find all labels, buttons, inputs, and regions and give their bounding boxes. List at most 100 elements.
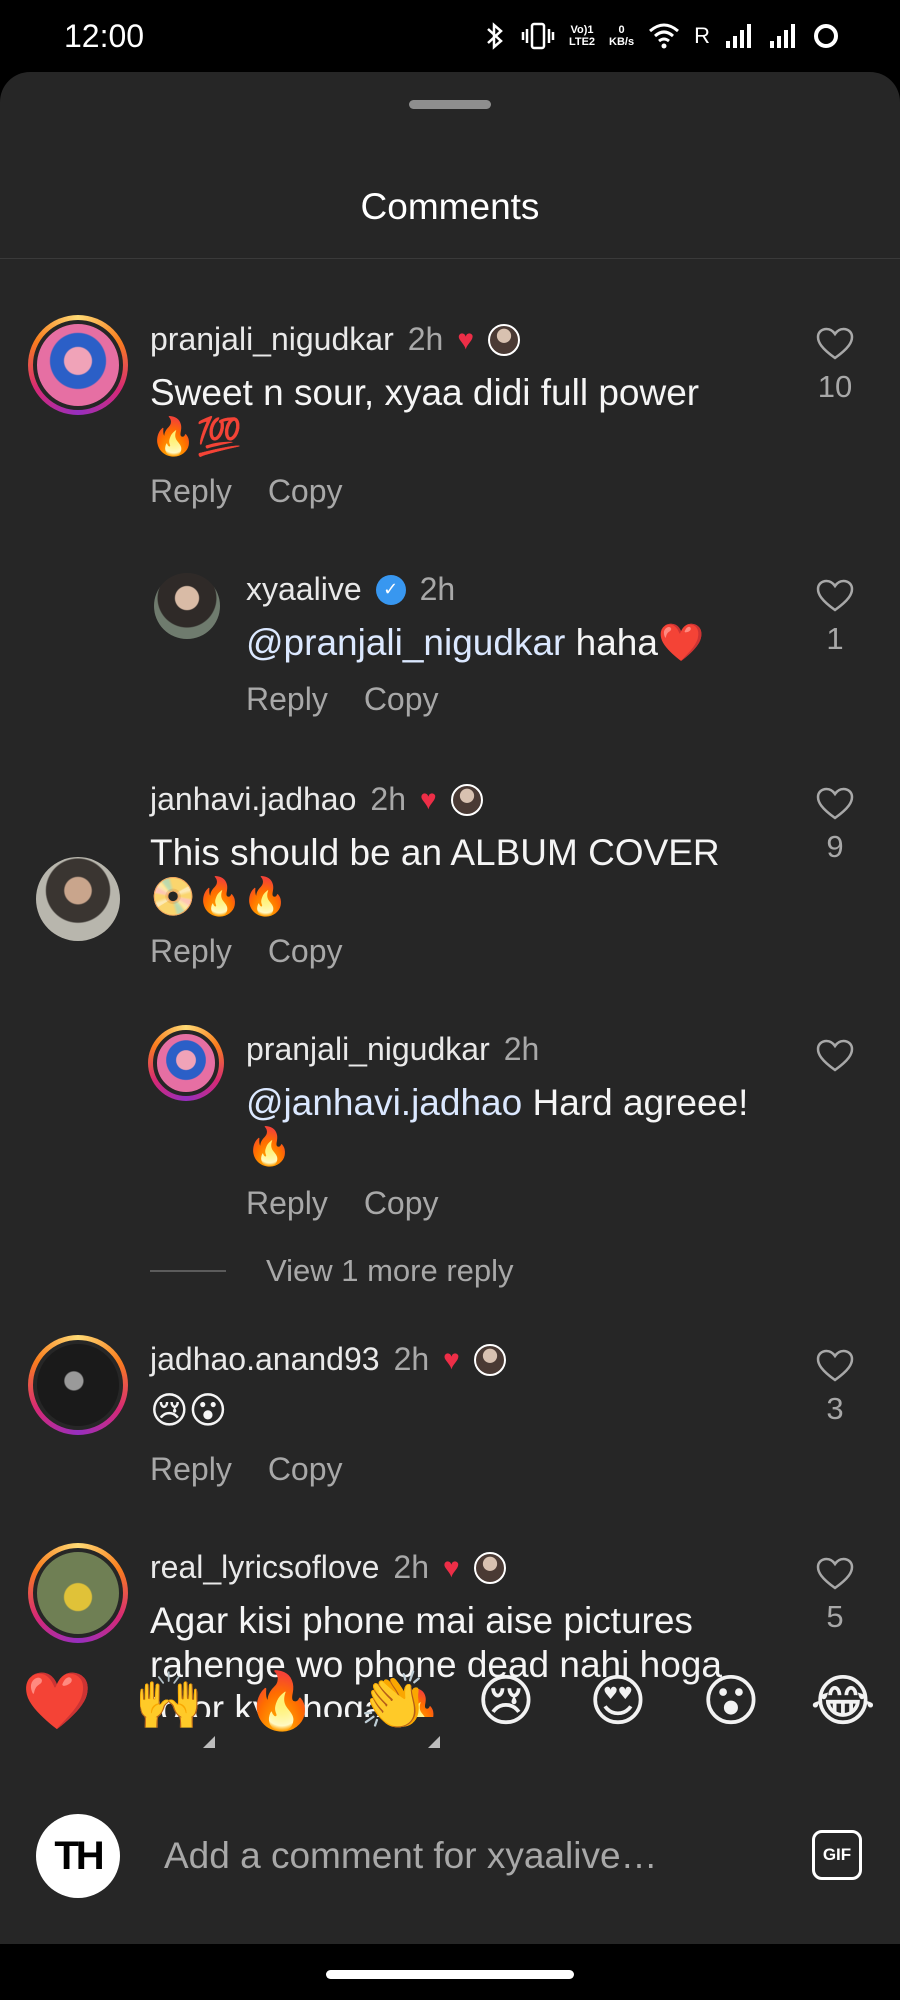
comment-username[interactable]: janhavi.jadhao bbox=[150, 781, 356, 818]
comment-time: 2h bbox=[393, 1549, 430, 1585]
avatar[interactable] bbox=[28, 1335, 128, 1435]
view-more-replies-label: View 1 more reply bbox=[266, 1253, 514, 1288]
emoji-surprised-button[interactable]: 😮 bbox=[691, 1662, 771, 1742]
creator-avatar bbox=[473, 1343, 506, 1376]
like-count: 9 bbox=[826, 829, 844, 864]
like-button[interactable]: 3 bbox=[800, 1349, 870, 1427]
comment-text-line: Agar kisi phone mai aise pictures bbox=[150, 1600, 693, 1641]
home-gesture-bar[interactable] bbox=[326, 1970, 574, 1979]
comment-text: @pranjali_nigudkar haha❤️ bbox=[246, 621, 866, 665]
comment-input[interactable] bbox=[164, 1828, 724, 1884]
comment-text-line: This should be an ALBUM COVER bbox=[150, 832, 720, 873]
avatar[interactable] bbox=[36, 857, 120, 941]
comment-composer: TH GIF bbox=[0, 1790, 900, 1920]
skin-tone-indicator bbox=[203, 1736, 215, 1748]
comment-text-line: 📀🔥🔥 bbox=[150, 876, 289, 917]
avatar[interactable] bbox=[148, 1025, 224, 1101]
like-button[interactable] bbox=[800, 1039, 870, 1073]
like-button[interactable]: 10 bbox=[800, 327, 870, 405]
copy-button[interactable]: Copy bbox=[364, 1185, 439, 1222]
like-count: 3 bbox=[826, 1391, 844, 1426]
comment-time: 2h bbox=[503, 1031, 540, 1067]
like-count: 1 bbox=[826, 621, 844, 656]
avatar[interactable] bbox=[154, 573, 220, 639]
heart-outline-icon bbox=[816, 579, 854, 612]
vibrate-icon bbox=[521, 22, 555, 50]
like-button[interactable]: 1 bbox=[800, 579, 870, 657]
comment-time: 2h bbox=[419, 571, 456, 607]
emoji-raised-hands-button[interactable]: 🙌 bbox=[129, 1662, 215, 1748]
emoji-glyph: 🙌 bbox=[134, 1669, 204, 1734]
gif-button[interactable]: GIF bbox=[812, 1830, 862, 1880]
creator-avatar bbox=[473, 1551, 506, 1584]
comment-text-line: 😢😮 bbox=[150, 1390, 228, 1431]
emoji-laughing-button[interactable]: 😂 bbox=[803, 1662, 883, 1742]
copy-button[interactable]: Copy bbox=[268, 1451, 343, 1488]
creator-liked-heart-icon: ♥ bbox=[443, 1343, 460, 1375]
heart-outline-icon bbox=[816, 1557, 854, 1590]
emoji-fire-button[interactable]: 🔥 bbox=[241, 1662, 321, 1742]
reply-button[interactable]: Reply bbox=[150, 473, 232, 510]
heart-outline-icon bbox=[816, 1039, 854, 1072]
emoji-clapping-button[interactable]: 👏 bbox=[354, 1662, 440, 1748]
emoji-glyph: 👏 bbox=[359, 1669, 429, 1734]
status-bar: 12:00 Vo)1 LTE2 0 KB/s R bbox=[0, 0, 900, 72]
emoji-reaction-bar: ❤️ 🙌 🔥 👏 😢 😍 😮 😂 bbox=[0, 1662, 900, 1772]
divider bbox=[150, 1270, 226, 1272]
comment-text-line: 🔥💯 bbox=[150, 416, 243, 457]
comment-text: This should be an ALBUM COVER 📀🔥🔥 bbox=[150, 831, 770, 919]
mention-link[interactable]: @janhavi.jadhao bbox=[246, 1082, 522, 1123]
comment-username[interactable]: xyaalive bbox=[246, 571, 362, 608]
comment-username[interactable]: pranjali_nigudkar bbox=[150, 321, 394, 358]
verified-badge-icon: ✓ bbox=[375, 574, 406, 605]
emoji-heart-eyes-button[interactable]: 😍 bbox=[578, 1662, 658, 1742]
comment-username[interactable]: jadhao.anand93 bbox=[150, 1341, 380, 1378]
comment-username[interactable]: pranjali_nigudkar bbox=[246, 1031, 490, 1068]
heart-outline-icon bbox=[816, 787, 854, 820]
creator-liked-heart-icon: ♥ bbox=[457, 323, 474, 355]
reply-button[interactable]: Reply bbox=[246, 1185, 328, 1222]
comments-list[interactable]: pranjali_nigudkar 2h ♥ Sweet n sour, xya… bbox=[0, 259, 900, 1717]
comment-text: Sweet n sour, xyaa didi full power 🔥💯 bbox=[150, 371, 770, 459]
comment-time: 2h bbox=[370, 781, 406, 817]
emoji-heart-button[interactable]: ❤️ bbox=[17, 1662, 97, 1742]
system-nav-bar bbox=[0, 1944, 900, 2000]
heart-outline-icon bbox=[816, 1349, 854, 1382]
avatar[interactable] bbox=[28, 315, 128, 415]
avatar[interactable] bbox=[28, 1543, 128, 1643]
view-more-replies-button[interactable]: View 1 more reply bbox=[150, 1253, 514, 1289]
my-avatar[interactable]: TH bbox=[36, 1814, 120, 1898]
like-count: 10 bbox=[817, 369, 853, 404]
creator-avatar bbox=[487, 323, 520, 356]
comment-time: 2h bbox=[393, 1341, 430, 1377]
copy-button[interactable]: Copy bbox=[268, 473, 343, 510]
heart-outline-icon bbox=[816, 327, 854, 360]
emoji-crying-button[interactable]: 😢 bbox=[466, 1662, 546, 1742]
sheet-drag-handle[interactable] bbox=[409, 100, 491, 109]
bluetooth-icon bbox=[487, 22, 503, 50]
mention-link[interactable]: @pranjali_nigudkar bbox=[246, 622, 565, 663]
reply-button[interactable]: Reply bbox=[150, 1451, 232, 1488]
volte-indicator: Vo)1 LTE2 bbox=[568, 24, 596, 48]
reply-button[interactable]: Reply bbox=[150, 933, 232, 970]
comment-text-body: Hard agreee! bbox=[522, 1082, 749, 1123]
reply-button[interactable]: Reply bbox=[246, 681, 328, 718]
comment-text-line: Sweet n sour, xyaa didi full power bbox=[150, 372, 700, 413]
comment-text: 😢😮 bbox=[150, 1389, 770, 1433]
comment-text-body: haha❤️ bbox=[565, 622, 705, 663]
comment-time: 2h bbox=[407, 321, 444, 357]
copy-button[interactable]: Copy bbox=[268, 933, 343, 970]
battery-ring-icon bbox=[814, 24, 838, 48]
sheet-title: Comments bbox=[360, 186, 540, 227]
creator-liked-heart-icon: ♥ bbox=[443, 1551, 460, 1583]
comment-text: @janhavi.jadhao Hard agreee! 🔥 bbox=[246, 1081, 866, 1169]
wifi-icon bbox=[649, 23, 680, 49]
creator-avatar bbox=[450, 783, 483, 816]
data-speed: 0 KB/s bbox=[609, 24, 635, 48]
copy-button[interactable]: Copy bbox=[364, 681, 439, 718]
like-button[interactable]: 9 bbox=[800, 787, 870, 865]
roaming-indicator: R bbox=[694, 23, 710, 48]
like-button[interactable]: 5 bbox=[800, 1557, 870, 1635]
signal-icon-1 bbox=[726, 24, 751, 48]
comment-username[interactable]: real_lyricsoflove bbox=[150, 1549, 379, 1586]
